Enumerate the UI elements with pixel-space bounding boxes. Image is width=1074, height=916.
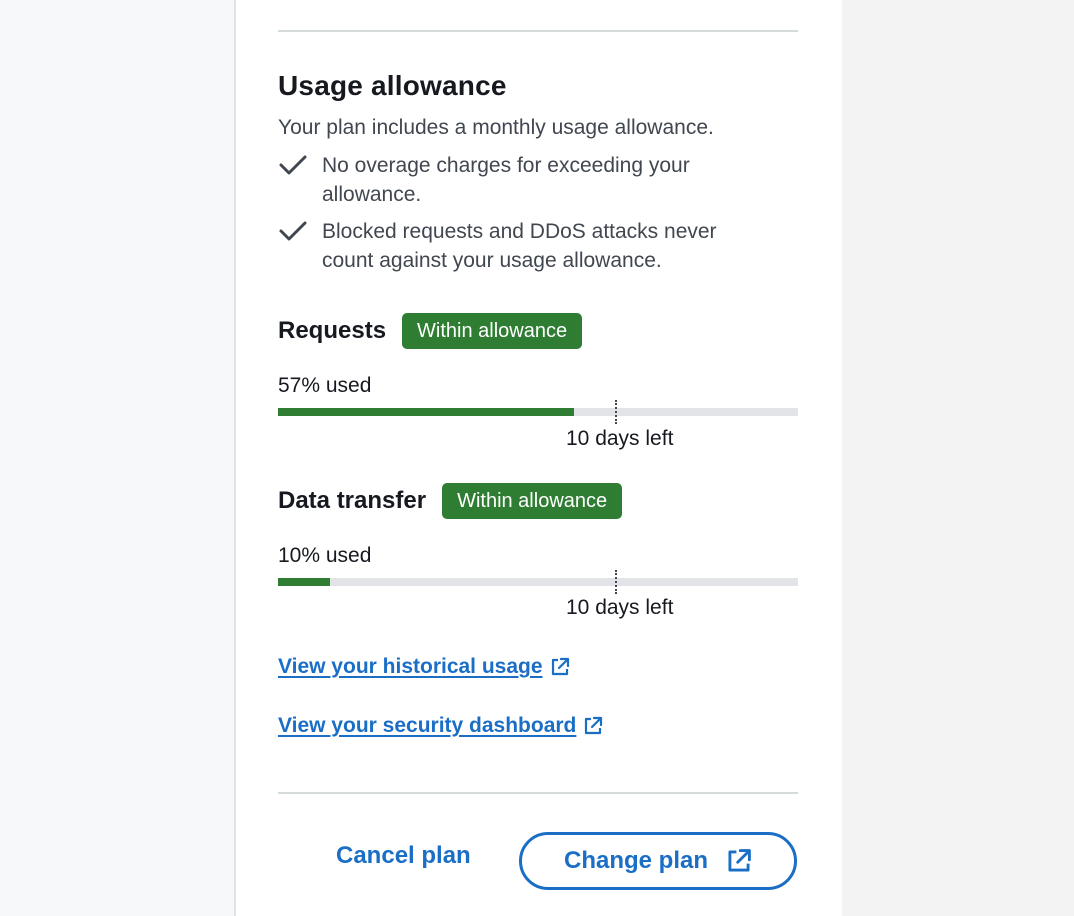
data-transfer-days-left: 10 days left xyxy=(566,596,674,619)
requests-time-marker xyxy=(615,400,617,424)
check-icon xyxy=(279,155,307,175)
data-transfer-title: Data transfer xyxy=(278,487,427,514)
requests-progress-bar xyxy=(278,408,798,416)
data-transfer-status-badge: Within allowance xyxy=(442,483,623,519)
security-dashboard-link[interactable]: View your security dashboard xyxy=(278,714,603,738)
check-item: No overage charges for exceeding your al… xyxy=(278,151,762,209)
data-transfer-progress-fill xyxy=(278,578,330,586)
requests-days-left: 10 days left xyxy=(566,427,674,450)
external-link-icon xyxy=(728,849,751,872)
check-icon xyxy=(279,221,307,241)
section-title: Usage allowance xyxy=(278,70,507,101)
historical-usage-link[interactable]: View your historical usage xyxy=(278,655,570,679)
requests-header: Requests Within allowance xyxy=(278,313,583,349)
external-link-icon xyxy=(585,716,603,735)
top-divider xyxy=(278,30,798,32)
data-transfer-time-marker xyxy=(615,570,617,594)
footer-divider xyxy=(278,792,798,794)
historical-usage-link-label: View your historical usage xyxy=(278,655,543,678)
requests-status-badge: Within allowance xyxy=(402,313,583,349)
check-item-text: No overage charges for exceeding your al… xyxy=(322,154,690,206)
check-item-text: Blocked requests and DDoS attacks never … xyxy=(322,220,717,272)
right-gutter xyxy=(842,0,1074,916)
data-transfer-progress-bar xyxy=(278,578,798,586)
change-plan-label: Change plan xyxy=(563,847,708,874)
security-dashboard-link-label: View your security dashboard xyxy=(278,714,577,737)
requests-progress-fill xyxy=(278,408,575,416)
requests-used-label: 57% used xyxy=(278,374,372,397)
section-description: Your plan includes a monthly usage allow… xyxy=(278,116,714,139)
data-transfer-used-label: 10% used xyxy=(278,544,372,567)
check-item: Blocked requests and DDoS attacks never … xyxy=(278,217,762,275)
data-transfer-header: Data transfer Within allowance xyxy=(278,483,623,519)
cancel-plan-button[interactable]: Cancel plan xyxy=(336,842,471,870)
left-gutter xyxy=(0,0,234,916)
requests-title: Requests xyxy=(278,317,387,344)
external-link-icon xyxy=(551,657,569,676)
change-plan-button[interactable]: Change plan xyxy=(519,832,797,890)
